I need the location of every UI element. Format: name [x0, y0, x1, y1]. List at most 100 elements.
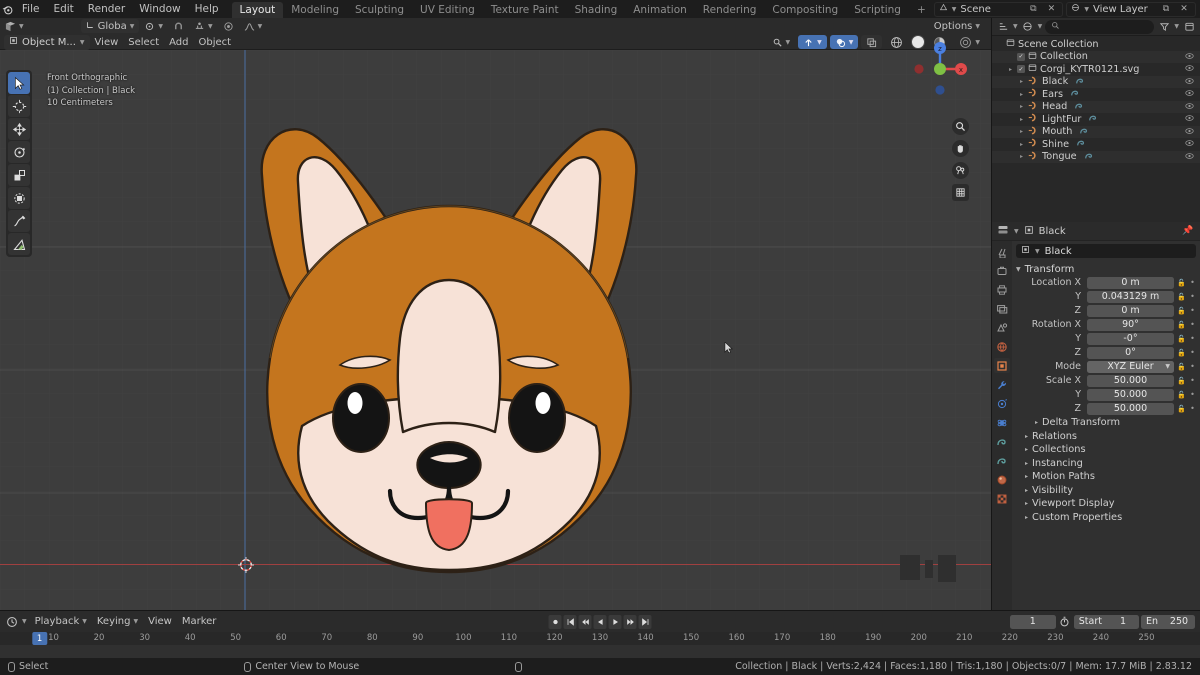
workspace-tab-modeling[interactable]: Modeling: [283, 2, 347, 18]
panel-delta-transform[interactable]: ▸ Delta Transform: [1016, 416, 1196, 430]
workspace-tab-shading[interactable]: Shading: [567, 2, 626, 18]
x-icon[interactable]: ✕: [1177, 2, 1191, 16]
animate-property-icon[interactable]: •: [1189, 292, 1196, 301]
workspace-tab-scripting[interactable]: Scripting: [846, 2, 909, 18]
copy-icon[interactable]: ⧉: [1159, 2, 1173, 16]
menu-window[interactable]: Window: [132, 0, 187, 18]
outliner-row-tongue[interactable]: ▸ Tongue: [992, 150, 1200, 163]
animate-property-icon[interactable]: •: [1189, 306, 1196, 315]
scene-tab[interactable]: [994, 320, 1010, 335]
grid-icon[interactable]: [952, 184, 969, 201]
render-tab[interactable]: [994, 263, 1010, 278]
play-button[interactable]: [608, 614, 622, 629]
transform-field-value[interactable]: 50.000: [1087, 374, 1174, 387]
output-tab[interactable]: [994, 282, 1010, 297]
viewport-menu-add[interactable]: Add: [164, 35, 193, 49]
transform-orientation-dropdown[interactable]: Globa ▼: [80, 19, 140, 33]
copy-icon[interactable]: ⧉: [1026, 2, 1040, 16]
eye-icon[interactable]: [1185, 77, 1194, 87]
timeline-playhead[interactable]: 1: [31, 632, 48, 645]
properties-editor[interactable]: ▼ Black 📌 ▼ Black ▼ Transform Location X…: [991, 222, 1200, 610]
stopwatch-icon[interactable]: [1058, 615, 1072, 629]
menu-file[interactable]: File: [15, 0, 47, 18]
timeline-menu-view[interactable]: View: [143, 616, 177, 627]
menu-edit[interactable]: Edit: [46, 0, 80, 18]
curve-data-icon[interactable]: [1076, 138, 1086, 150]
gizmo-icon[interactable]: ▼: [798, 35, 827, 49]
timeline-editor[interactable]: ▼ Playback ▼ Keying ▼ View Marker 1 Start 1 E…: [0, 610, 1200, 659]
transform-field-value[interactable]: 0.043129 m: [1087, 290, 1174, 303]
play-reverse-button[interactable]: [593, 614, 607, 629]
transform-field-value[interactable]: 0 m: [1087, 304, 1174, 317]
animate-property-icon[interactable]: •: [1189, 348, 1196, 357]
disclosure-triangle-icon[interactable]: ▸: [1018, 103, 1025, 110]
animate-property-icon[interactable]: •: [1189, 320, 1196, 329]
disclosure-triangle-icon[interactable]: ▸: [1018, 91, 1025, 98]
outliner-row-mouth[interactable]: ▸ Mouth: [992, 125, 1200, 138]
lock-icon[interactable]: 🔓: [1177, 335, 1186, 343]
material-tab[interactable]: [994, 472, 1010, 487]
workspace-tab-sculpting[interactable]: Sculpting: [347, 2, 412, 18]
curve-data-icon[interactable]: [1075, 76, 1085, 88]
magnifier-icon[interactable]: [952, 118, 969, 135]
eye-icon[interactable]: [1185, 139, 1194, 149]
eye-icon[interactable]: [1185, 64, 1194, 74]
curve-data-icon[interactable]: [1084, 151, 1094, 163]
viewport-menu-select[interactable]: Select: [123, 35, 164, 49]
visibility-checkbox[interactable]: ✓: [1017, 65, 1025, 74]
lock-icon[interactable]: 🔓: [1177, 391, 1186, 399]
texture-tab[interactable]: [994, 491, 1010, 506]
animate-property-icon[interactable]: •: [1189, 334, 1196, 343]
eye-icon[interactable]: [1185, 127, 1194, 137]
falloff-curve-icon[interactable]: ▼: [239, 19, 268, 33]
workspace-tab-texture-paint[interactable]: Texture Paint: [483, 2, 567, 18]
jump-start-button[interactable]: [563, 614, 577, 629]
filter-icon[interactable]: [1157, 20, 1171, 34]
snap-target-icon[interactable]: ▼: [189, 19, 218, 33]
viewport-menu-object[interactable]: Object: [194, 35, 237, 49]
blender-logo-icon[interactable]: [0, 0, 15, 18]
animate-property-icon[interactable]: •: [1189, 404, 1196, 413]
curve-data-icon[interactable]: [1074, 101, 1084, 113]
xray-icon[interactable]: [861, 35, 883, 49]
transform-field-value[interactable]: 0°: [1087, 346, 1174, 359]
options-dropdown[interactable]: Options ▼: [929, 19, 985, 33]
outliner-row-corgi-kytr0121-svg[interactable]: ▸ ✓ Corgi_KYTR0121.svg: [992, 63, 1200, 76]
transform-field-value[interactable]: XYZ Euler ▼: [1087, 360, 1174, 373]
workspace-tab--[interactable]: +: [909, 2, 934, 18]
timeline-menu-marker[interactable]: Marker: [177, 616, 222, 627]
eye-icon[interactable]: [1185, 102, 1194, 112]
overlays-icon[interactable]: ▼: [829, 35, 859, 49]
outliner-display-icon[interactable]: [996, 20, 1010, 34]
workspace-tab-animation[interactable]: Animation: [625, 2, 695, 18]
constraints-tab[interactable]: [994, 434, 1010, 449]
scale-tool[interactable]: [8, 164, 30, 186]
navigation-gizmo[interactable]: z x: [907, 36, 973, 102]
modifier-tab[interactable]: [994, 377, 1010, 392]
disclosure-triangle-icon[interactable]: ▸: [1018, 78, 1025, 85]
timeline-ruler[interactable]: 10 20 30 40 50 60 70 80 90 100 110 120 130 140 150 160 1…: [0, 632, 1200, 645]
data-tab[interactable]: [994, 453, 1010, 468]
pin-icon[interactable]: 📌: [1181, 224, 1195, 238]
disclosure-triangle-icon[interactable]: ▸: [1007, 66, 1014, 73]
magnet-icon[interactable]: [168, 19, 189, 33]
jump-end-button[interactable]: [638, 614, 652, 629]
timeline-track-area[interactable]: [0, 645, 1200, 659]
panel-instancing[interactable]: ▸ Instancing: [1016, 457, 1196, 471]
measure-tool[interactable]: [8, 233, 30, 255]
current-frame-field[interactable]: 1: [1009, 614, 1056, 629]
hand-icon[interactable]: [952, 140, 969, 157]
next-keyframe-button[interactable]: [623, 614, 637, 629]
animate-property-icon[interactable]: •: [1189, 376, 1196, 385]
visibility-checkbox[interactable]: ✓: [1017, 52, 1025, 61]
menu-help[interactable]: Help: [188, 0, 226, 18]
physics-tab[interactable]: [994, 415, 1010, 430]
x-icon[interactable]: ✕: [1044, 2, 1058, 16]
3d-viewport[interactable]: ▼ Globa ▼ ▼ ▼ ▼ Options ▼ Object M... ▼ …: [0, 18, 991, 610]
curve-data-icon[interactable]: [1088, 113, 1098, 125]
lock-icon[interactable]: 🔓: [1177, 321, 1186, 329]
cursor-tool[interactable]: [8, 95, 30, 117]
shading-wireframe-icon[interactable]: [885, 35, 908, 49]
lock-icon[interactable]: 🔓: [1177, 349, 1186, 357]
record-button[interactable]: [548, 614, 562, 629]
